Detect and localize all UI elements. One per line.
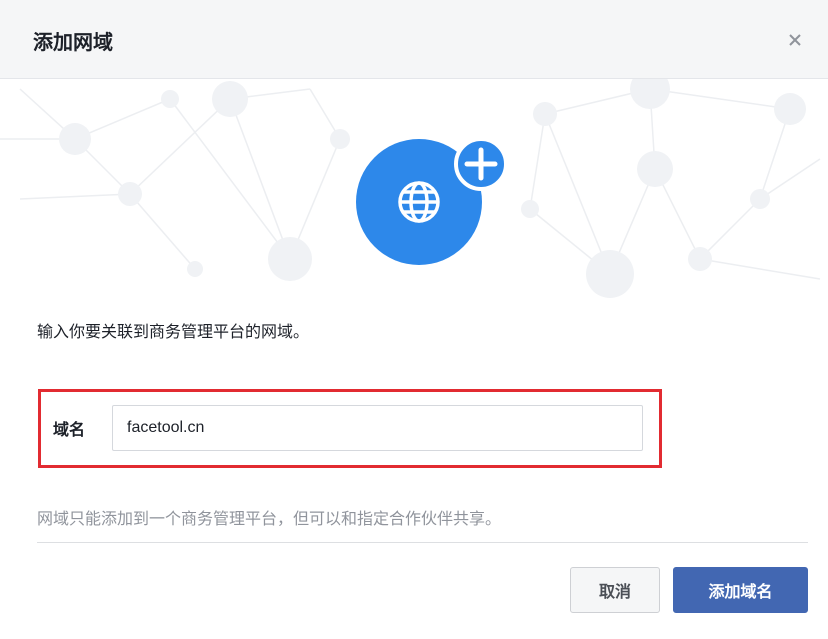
dialog-header: 添加网域 bbox=[0, 0, 828, 79]
domain-label: 域名 bbox=[53, 420, 86, 439]
domain-input[interactable] bbox=[112, 405, 643, 451]
dialog-description: 输入你要关联到商务管理平台的网域。 bbox=[37, 322, 310, 341]
close-button[interactable] bbox=[781, 26, 809, 54]
dialog-title: 添加网域 bbox=[33, 30, 113, 54]
cancel-button[interactable]: 取消 bbox=[570, 567, 660, 613]
plus-icon bbox=[454, 137, 508, 191]
globe-icon bbox=[356, 137, 508, 265]
add-domain-dialog: 添加网域 输入你要关联到商务管理平台的网域。 域名 facetool.cn 网域… bbox=[0, 0, 828, 639]
close-icon bbox=[789, 34, 801, 46]
add-domain-button[interactable]: 添加域名 bbox=[673, 567, 808, 613]
footer-divider bbox=[37, 542, 808, 543]
sharing-note: 网域只能添加到一个商务管理平台，但可以和指定合作伙伴共享。 bbox=[37, 509, 502, 528]
